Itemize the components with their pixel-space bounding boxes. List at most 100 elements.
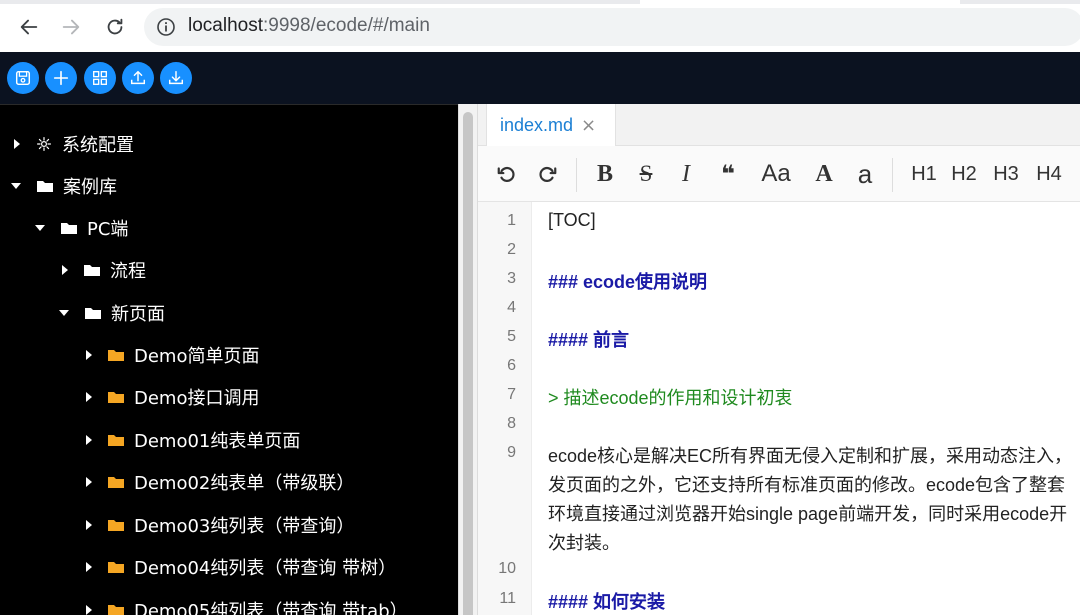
caret-right-icon[interactable]: [86, 605, 92, 615]
line-number: 2: [507, 241, 516, 258]
tree-item-demo-simple[interactable]: Demo简单页面: [0, 334, 458, 376]
tree-item-label: Demo02纯表单（带级联）: [134, 473, 355, 494]
line-number: 4: [507, 299, 516, 316]
line-number: 11: [499, 590, 516, 607]
quote-button[interactable]: ❝: [715, 146, 741, 202]
markdown-toolbar: B S I ❝ Aa A a H1 H2 H3 H4: [478, 146, 1080, 202]
grid-button[interactable]: [84, 62, 116, 94]
caret-down-icon[interactable]: [35, 225, 45, 231]
tree-item-demo05[interactable]: Demo05纯列表（带查询 带tab）: [0, 589, 458, 615]
toolbar-divider: [892, 158, 893, 192]
caret-right-icon[interactable]: [86, 520, 92, 530]
line-number: 7: [507, 386, 516, 403]
tree-item-demo02[interactable]: Demo02纯表单（带级联）: [0, 461, 458, 503]
tree-item-label: Demo接口调用: [134, 388, 260, 409]
tree-item-system-config[interactable]: 系统配置: [0, 123, 458, 165]
code-line-quote: > 描述ecode的作用和设计初衷: [548, 388, 793, 408]
active-tab-edge: [640, 0, 960, 4]
tab-label: index.md: [500, 115, 574, 135]
reload-button[interactable]: [100, 12, 130, 42]
heading-2-button[interactable]: H2: [950, 146, 978, 202]
url-text[interactable]: localhost:9998/ecode/#/main: [188, 15, 430, 37]
tree-item-label: 系统配置: [62, 135, 134, 156]
tree-item-demo01[interactable]: Demo01纯表单页面: [0, 419, 458, 461]
tree-item-label: Demo03纯列表（带查询）: [134, 516, 355, 537]
undo-button[interactable]: [494, 146, 520, 202]
back-button[interactable]: [14, 12, 44, 42]
save-button[interactable]: [7, 62, 39, 94]
caret-right-icon[interactable]: [86, 350, 92, 360]
folder-icon: [106, 431, 126, 449]
heading-4-button[interactable]: H4: [1035, 146, 1063, 202]
folder-icon: [106, 601, 126, 615]
folder-icon: [83, 304, 103, 322]
bold-button[interactable]: B: [593, 146, 617, 202]
tree-item-label: Demo01纯表单页面: [134, 431, 301, 452]
line-number: 5: [507, 328, 516, 345]
code-line-wrapped: 次封装。: [548, 533, 620, 553]
editor-tab-bar: index.md ×: [478, 104, 1080, 147]
caret-right-icon[interactable]: [86, 477, 92, 487]
tree-item-label: 流程: [110, 261, 146, 282]
line-number-gutter: 1 2 3 4 5 6 7 8 9 10 11: [478, 202, 532, 615]
tree-item-new-page[interactable]: 新页面: [0, 292, 458, 334]
markdown-editor: index.md × B S I ❝ Aa A a H1 H2 H3 H4 1 …: [478, 104, 1080, 615]
browser-chrome: localhost:9998/ecode/#/main: [0, 0, 1080, 52]
redo-button[interactable]: [534, 146, 560, 202]
strikethrough-button[interactable]: S: [634, 146, 658, 202]
tree-item-label: Demo05纯列表（带查询 带tab）: [134, 601, 408, 615]
folder-icon: [82, 261, 102, 279]
folder-icon: [106, 516, 126, 534]
tree-item-demo04[interactable]: Demo04纯列表（带查询 带树）: [0, 546, 458, 588]
tab-index-md[interactable]: index.md ×: [486, 104, 616, 147]
add-button[interactable]: [45, 62, 77, 94]
tree-item-case-library[interactable]: 案例库: [0, 165, 458, 207]
heading-1-button[interactable]: H1: [910, 146, 938, 202]
folder-icon: [35, 177, 55, 195]
caret-right-icon[interactable]: [86, 392, 92, 402]
folder-icon: [59, 219, 79, 237]
uppercase-button[interactable]: A: [812, 146, 836, 202]
upload-button[interactable]: [122, 62, 154, 94]
scrollbar-thumb[interactable]: [463, 112, 473, 615]
close-icon[interactable]: ×: [581, 116, 596, 135]
line-number: 10: [498, 560, 516, 577]
save-icon: [15, 70, 31, 86]
caret-down-icon[interactable]: [11, 183, 21, 189]
line-number: 6: [507, 357, 516, 374]
code-line: [TOC]: [548, 210, 596, 230]
upload-icon: [130, 70, 146, 85]
code-area[interactable]: [TOC] ### ecode使用说明 #### 前言 > 描述ecode的作用…: [548, 202, 1080, 615]
heading-3-button[interactable]: H3: [992, 146, 1020, 202]
tree-item-pc[interactable]: PC端: [0, 207, 458, 249]
caret-right-icon[interactable]: [86, 562, 92, 572]
code-line-wrapped: 环境直接通过浏览器开始single page前端开发，同时采用ecode开: [548, 504, 1068, 524]
tree-item-workflow[interactable]: 流程: [0, 249, 458, 291]
code-line-heading: #### 前言: [548, 330, 630, 350]
font-size-button[interactable]: Aa: [758, 146, 794, 202]
plus-icon: [53, 70, 69, 86]
line-number: 1: [507, 212, 516, 229]
caret-down-icon[interactable]: [59, 310, 69, 316]
forward-button[interactable]: [56, 12, 86, 42]
undo-icon: [497, 166, 515, 182]
folder-icon: [106, 473, 126, 491]
lowercase-button[interactable]: a: [854, 146, 876, 202]
caret-right-icon[interactable]: [86, 435, 92, 445]
url-path: :9998/ecode/#/main: [263, 15, 430, 36]
address-bar[interactable]: localhost:9998/ecode/#/main: [144, 8, 1080, 46]
gear-icon: [34, 135, 54, 153]
grid-icon: [93, 71, 107, 85]
tree-item-demo-api[interactable]: Demo接口调用: [0, 376, 458, 418]
tree-item-demo03[interactable]: Demo03纯列表（带查询）: [0, 504, 458, 546]
caret-right-icon[interactable]: [62, 265, 68, 275]
tree-item-label: 新页面: [111, 304, 165, 325]
caret-right-icon[interactable]: [14, 139, 20, 149]
italic-button[interactable]: I: [676, 146, 696, 202]
download-button[interactable]: [160, 62, 192, 94]
folder-icon: [106, 388, 126, 406]
code-line: ecode核心是解决EC所有界面无侵入定制和扩展，采用动态注入，: [548, 446, 1073, 466]
pane-splitter[interactable]: [458, 104, 478, 615]
file-tree: 系统配置 案例库 PC端 流程 新页面 Demo简单页面 Demo接口调用 De…: [0, 104, 458, 615]
info-icon[interactable]: [156, 17, 176, 37]
